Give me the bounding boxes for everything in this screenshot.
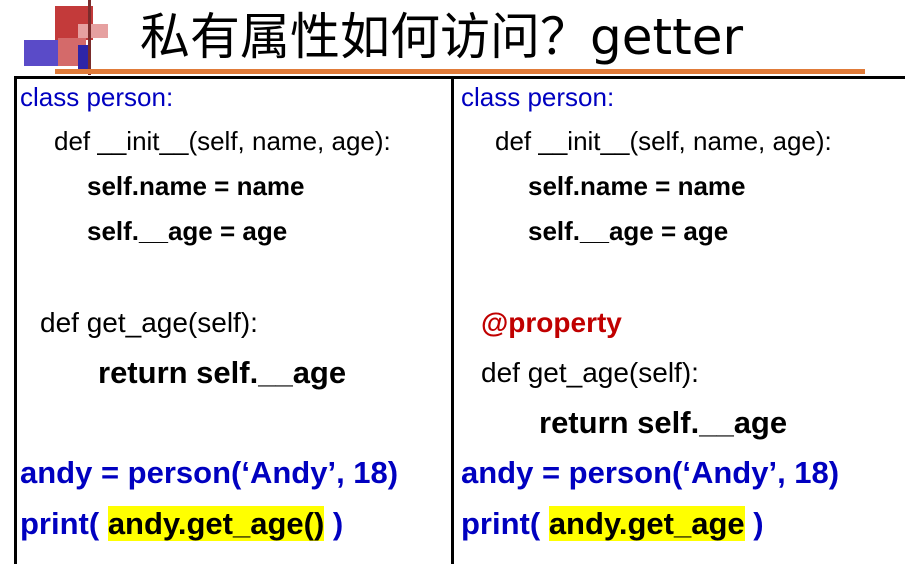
def-get-age-line: def get_age(self): bbox=[40, 307, 258, 338]
print-close: ) bbox=[744, 506, 764, 541]
age-assign-line: self.__age = age bbox=[528, 216, 729, 246]
logo-line bbox=[88, 0, 91, 75]
table-top-border bbox=[14, 76, 905, 79]
return-line: return self.__age bbox=[539, 405, 788, 440]
print-call-highlight: andy.get_age bbox=[548, 506, 745, 541]
init-line: def __init__(self, name, age): bbox=[54, 126, 391, 156]
andy-assign-line: andy = person(‘Andy’, 18) bbox=[461, 455, 840, 490]
table-left-border bbox=[14, 76, 17, 564]
slide-title: 私有属性如何访问？getter bbox=[140, 8, 744, 66]
print-line: print( andy.get_age() ) bbox=[20, 506, 343, 542]
andy-assign-line: andy = person(‘Andy’, 18) bbox=[20, 455, 399, 490]
print-open: print( bbox=[461, 506, 549, 541]
init-line: def __init__(self, name, age): bbox=[495, 126, 832, 156]
title-underline bbox=[55, 69, 865, 74]
class-line: class person: bbox=[461, 82, 615, 112]
print-call-highlight: andy.get_age() bbox=[107, 506, 325, 541]
print-line: print( andy.get_age ) bbox=[461, 506, 764, 542]
print-open: print( bbox=[20, 506, 108, 541]
name-assign-line: self.name = name bbox=[87, 171, 305, 201]
name-assign-line: self.name = name bbox=[528, 171, 746, 201]
property-decorator-line: @property bbox=[481, 307, 622, 338]
age-assign-line: self.__age = age bbox=[87, 216, 288, 246]
logo-square-pink bbox=[78, 24, 108, 38]
slide-logo bbox=[0, 0, 140, 75]
def-get-age-line: def get_age(self): bbox=[481, 357, 699, 388]
print-close: ) bbox=[324, 506, 344, 541]
table-divider bbox=[451, 76, 454, 564]
return-line: return self.__age bbox=[98, 355, 347, 390]
class-line: class person: bbox=[20, 82, 174, 112]
